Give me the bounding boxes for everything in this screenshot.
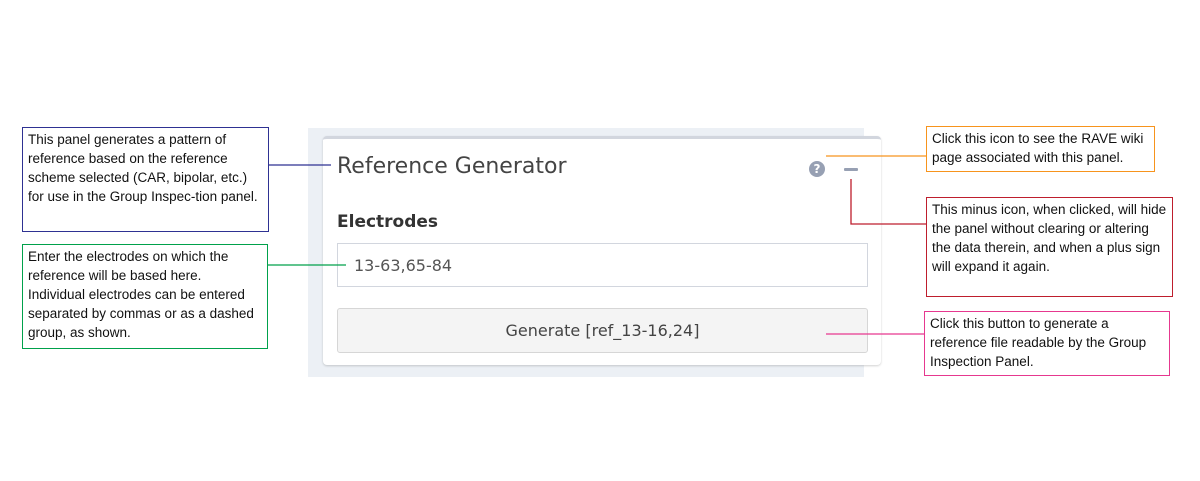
electrodes-callout: Enter the electrodes on which the refere… [22, 244, 268, 349]
panel-callout: This panel generates a pattern of refere… [22, 127, 269, 232]
minus-callout: This minus icon, when clicked, will hide… [926, 197, 1173, 297]
reference-generator-panel: Reference Generator ? Electrodes Generat… [323, 136, 881, 365]
generate-button[interactable]: Generate [ref_13-16,24] [337, 308, 868, 353]
generate-callout: Click this button to generate a referenc… [924, 311, 1170, 376]
help-callout: Click this icon to see the RAVE wiki pag… [926, 126, 1155, 172]
electrodes-label: Electrodes [337, 212, 439, 232]
electrodes-input[interactable] [337, 243, 868, 287]
minus-icon[interactable] [844, 168, 858, 171]
panel-title: Reference Generator [337, 154, 567, 179]
help-icon[interactable]: ? [809, 161, 825, 177]
